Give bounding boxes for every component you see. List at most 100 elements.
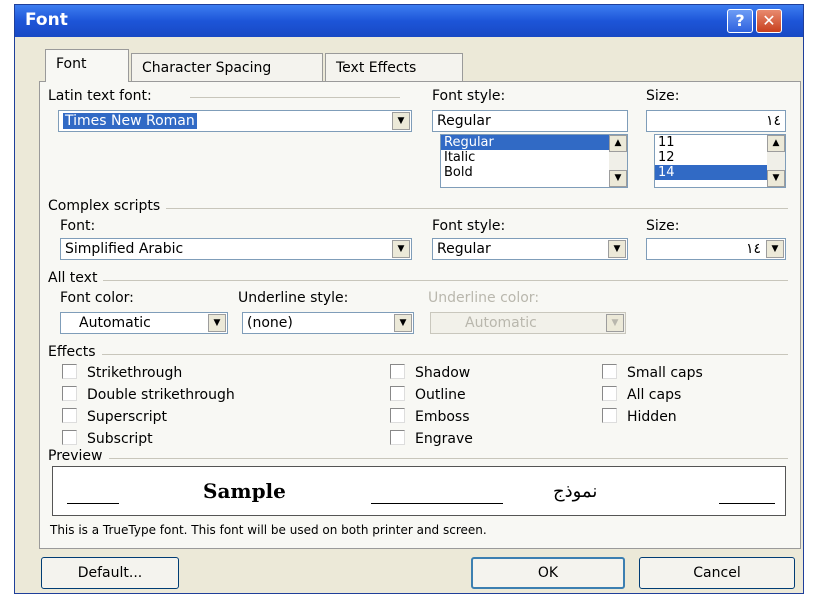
latin-size-list[interactable]: 11 12 14 ▲ ▼ bbox=[654, 134, 786, 188]
truetype-note: This is a TrueType font. This font will … bbox=[50, 523, 487, 537]
effects-group-label: Effects bbox=[48, 344, 102, 360]
underline-style-label: Underline style: bbox=[238, 290, 349, 306]
all-text-divider bbox=[48, 280, 788, 281]
underline-style-select[interactable]: (none) ▼ bbox=[242, 312, 414, 334]
checkbox-label: Engrave bbox=[415, 431, 473, 447]
checkbox-icon[interactable] bbox=[390, 364, 405, 379]
list-item[interactable]: Bold bbox=[441, 165, 627, 180]
checkbox-label: Double strikethrough bbox=[87, 387, 235, 403]
preview-divider bbox=[48, 458, 788, 459]
checkbox-label: Hidden bbox=[627, 409, 677, 425]
title-bar[interactable]: Font ? ✕ bbox=[15, 5, 803, 37]
effects-divider bbox=[48, 354, 788, 355]
default-button[interactable]: Default... bbox=[41, 557, 179, 589]
latin-font-label: Latin text font: bbox=[48, 88, 152, 104]
latin-size-label: Size: bbox=[646, 88, 680, 104]
complex-style-value: Regular bbox=[437, 241, 491, 257]
checkbox-icon[interactable] bbox=[602, 408, 617, 423]
scroll-up-icon[interactable]: ▲ bbox=[767, 135, 785, 152]
checkbox-icon[interactable] bbox=[602, 386, 617, 401]
subscript-checkbox[interactable]: Subscript bbox=[62, 430, 153, 447]
latin-style-value: Regular bbox=[437, 113, 491, 129]
checkbox-icon[interactable] bbox=[62, 408, 77, 423]
preview-arabic-text: نموذج bbox=[553, 481, 598, 502]
scroll-up-icon[interactable]: ▲ bbox=[609, 135, 627, 152]
list-item[interactable]: 12 bbox=[655, 150, 785, 165]
cancel-button[interactable]: Cancel bbox=[639, 557, 795, 589]
checkbox-label: Subscript bbox=[87, 431, 153, 447]
checkbox-label: Emboss bbox=[415, 409, 470, 425]
tab-text-effects[interactable]: Text Effects bbox=[325, 53, 463, 81]
preview-baseline bbox=[719, 503, 775, 504]
window-title: Font bbox=[25, 10, 68, 30]
latin-style-label: Font style: bbox=[432, 88, 506, 104]
superscript-checkbox[interactable]: Superscript bbox=[62, 408, 167, 425]
complex-font-label: Font: bbox=[60, 218, 96, 234]
checkbox-icon[interactable] bbox=[390, 430, 405, 445]
small-caps-checkbox[interactable]: Small caps bbox=[602, 364, 703, 381]
list-item[interactable]: Regular bbox=[441, 135, 627, 150]
help-button[interactable]: ? bbox=[727, 9, 753, 33]
checkbox-icon[interactable] bbox=[62, 430, 77, 445]
latin-font-select[interactable]: Times New Roman ▼ bbox=[58, 110, 412, 132]
underline-color-label: Underline color: bbox=[428, 290, 540, 306]
chevron-down-icon[interactable]: ▼ bbox=[766, 240, 784, 258]
engrave-checkbox[interactable]: Engrave bbox=[390, 430, 473, 447]
latin-size-input[interactable]: ١٤ bbox=[646, 110, 786, 132]
font-color-select[interactable]: Automatic ▼ bbox=[60, 312, 228, 334]
double-strikethrough-checkbox[interactable]: Double strikethrough bbox=[62, 386, 235, 403]
all-text-group-label: All text bbox=[48, 270, 104, 286]
outline-checkbox[interactable]: Outline bbox=[390, 386, 466, 403]
font-tab-panel: Latin text font: Times New Roman ▼ Font … bbox=[39, 81, 801, 549]
preview-box: Sample نموذج bbox=[52, 466, 786, 516]
chevron-down-icon[interactable]: ▼ bbox=[608, 240, 626, 258]
checkbox-label: Outline bbox=[415, 387, 466, 403]
latin-divider bbox=[190, 97, 400, 98]
preview-group-label: Preview bbox=[48, 448, 109, 464]
underline-color-value: Automatic bbox=[465, 315, 537, 331]
strikethrough-checkbox[interactable]: Strikethrough bbox=[62, 364, 182, 381]
checkbox-label: Shadow bbox=[415, 365, 471, 381]
latin-style-list[interactable]: Regular Italic Bold ▲ ▼ bbox=[440, 134, 628, 188]
shadow-checkbox[interactable]: Shadow bbox=[390, 364, 470, 381]
checkbox-icon[interactable] bbox=[602, 364, 617, 379]
font-dialog: Font ? ✕ Font Character Spacing Text Eff… bbox=[14, 4, 804, 594]
chevron-down-icon[interactable]: ▼ bbox=[208, 314, 226, 332]
all-caps-checkbox[interactable]: All caps bbox=[602, 386, 681, 403]
checkbox-icon[interactable] bbox=[62, 364, 77, 379]
checkbox-label: Strikethrough bbox=[87, 365, 183, 381]
checkbox-icon[interactable] bbox=[390, 408, 405, 423]
checkbox-icon[interactable] bbox=[390, 386, 405, 401]
chevron-down-icon[interactable]: ▼ bbox=[392, 112, 410, 130]
ok-button[interactable]: OK bbox=[471, 557, 625, 589]
emboss-checkbox[interactable]: Emboss bbox=[390, 408, 470, 425]
latin-style-input[interactable]: Regular bbox=[432, 110, 628, 132]
scroll-down-icon[interactable]: ▼ bbox=[609, 170, 627, 187]
checkbox-label: All caps bbox=[627, 387, 682, 403]
checkbox-label: Small caps bbox=[627, 365, 703, 381]
underline-color-select: Automatic ▼ bbox=[430, 312, 626, 334]
scrollbar[interactable]: ▲ ▼ bbox=[767, 135, 785, 187]
chevron-down-icon[interactable]: ▼ bbox=[394, 314, 412, 332]
list-item[interactable]: Italic bbox=[441, 150, 627, 165]
complex-style-select[interactable]: Regular ▼ bbox=[432, 238, 628, 260]
chevron-down-icon[interactable]: ▼ bbox=[392, 240, 410, 258]
scrollbar[interactable]: ▲ ▼ bbox=[609, 135, 627, 187]
list-item[interactable]: 14 bbox=[655, 165, 785, 180]
tab-character-spacing[interactable]: Character Spacing bbox=[131, 53, 323, 81]
scroll-down-icon[interactable]: ▼ bbox=[767, 170, 785, 187]
font-color-label: Font color: bbox=[60, 290, 134, 306]
complex-size-select[interactable]: ١٤ ▼ bbox=[646, 238, 786, 260]
latin-font-value: Times New Roman bbox=[63, 113, 197, 129]
complex-font-select[interactable]: Simplified Arabic ▼ bbox=[60, 238, 412, 260]
hidden-checkbox[interactable]: Hidden bbox=[602, 408, 677, 425]
preview-sample-text: Sample bbox=[203, 479, 286, 503]
list-item[interactable]: 11 bbox=[655, 135, 785, 150]
preview-baseline bbox=[371, 503, 503, 504]
checkbox-icon[interactable] bbox=[62, 386, 77, 401]
complex-size-value: ١٤ bbox=[745, 241, 761, 257]
close-button[interactable]: ✕ bbox=[756, 9, 782, 33]
tab-font[interactable]: Font bbox=[45, 49, 129, 82]
complex-font-value: Simplified Arabic bbox=[65, 241, 184, 257]
font-color-value: Automatic bbox=[79, 315, 151, 331]
